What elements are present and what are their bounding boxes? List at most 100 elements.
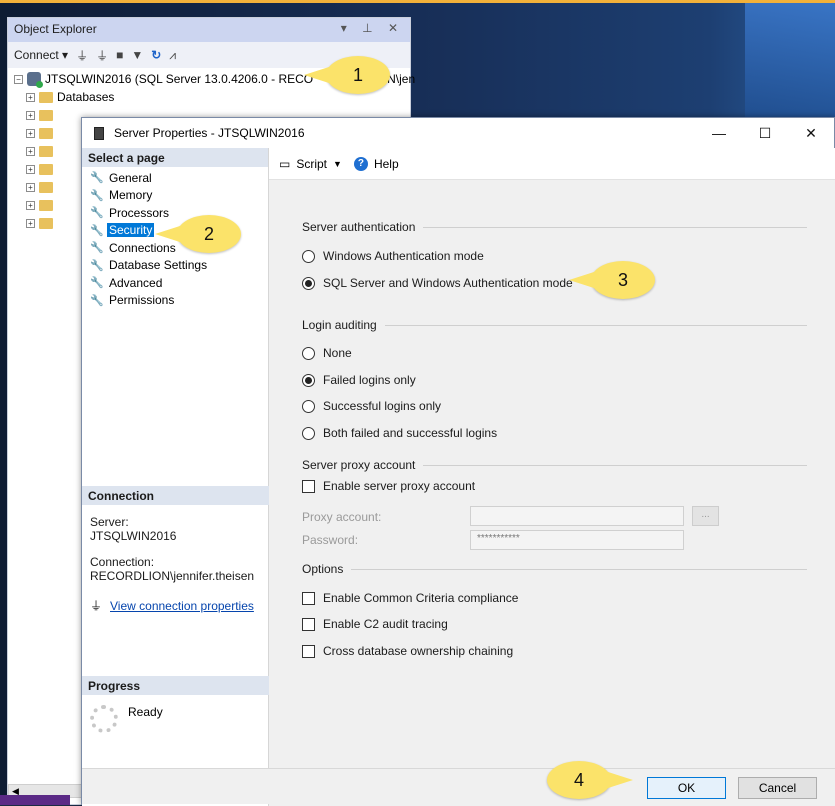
windows-auth-label: Windows Authentication mode [323,249,484,263]
proxy-account-label: Proxy account: [302,510,382,524]
proxy-account-title: Server proxy account [302,458,416,472]
expand-icon[interactable]: + [26,92,35,102]
audit-both-option[interactable]: Both failed and successful logins [302,426,497,440]
audit-successful-label: Successful logins only [323,399,442,413]
audit-none-radio[interactable] [302,346,315,360]
page-item-label: General [109,170,152,185]
app-icon [94,126,104,140]
dialog-titlebar: Server Properties - JTSQLWIN2016 — ☐ ✕ [82,118,834,148]
desktop-glow [745,0,835,130]
help-icon[interactable]: ? [353,156,368,171]
wrench-icon: 🔧 [90,189,104,202]
folder-icon [39,217,53,229]
expand-icon[interactable]: + [26,146,35,156]
password-field[interactable]: *********** [470,530,684,550]
expand-icon[interactable]: + [26,128,35,138]
wrench-icon: 🔧 [90,207,104,220]
mixed-auth-option[interactable]: SQL Server and Windows Authentication mo… [302,276,573,290]
script-button[interactable]: Script [296,157,327,171]
proxy-account-header: Server proxy account [302,458,807,472]
common-criteria-checkbox[interactable] [302,591,315,605]
connect-button[interactable]: Connect ▾ [14,48,68,62]
disconnect-plug-icon[interactable]: ⏚ [96,47,108,64]
windows-auth-option[interactable]: Windows Authentication mode [302,249,484,263]
common-criteria-option[interactable]: Enable Common Criteria compliance [302,591,518,605]
server-value: JTSQLWIN2016 [90,529,177,543]
audit-failed-option[interactable]: Failed logins only [302,373,416,387]
cross-db-label: Cross database ownership chaining [323,644,514,658]
enable-proxy-label: Enable server proxy account [323,479,476,493]
cross-db-checkbox[interactable] [302,644,315,658]
collapse-icon[interactable]: − [14,74,23,84]
windows-auth-radio[interactable] [302,249,315,263]
page-item-label: Security [107,223,155,238]
minimize-button[interactable]: — [696,118,742,148]
activity-monitor-icon[interactable]: ⩘ [169,48,176,63]
page-item-processors[interactable]: 🔧 Processors [90,204,268,222]
help-button[interactable]: Help [374,157,399,171]
folder-icon [39,109,53,121]
expand-icon[interactable]: + [26,218,35,228]
page-item-general[interactable]: 🔧 General [90,169,268,187]
audit-successful-option[interactable]: Successful logins only [302,399,441,413]
dialog-footer: OK Cancel [82,768,835,804]
view-connection-properties[interactable]: ⏚ View connection properties [90,599,261,613]
expand-icon[interactable]: + [26,110,35,120]
proxy-browse-button[interactable]: ... [692,506,719,526]
wrench-icon: 🔧 [90,259,104,272]
object-explorer-titlebar: Object Explorer ▾ ⊥ ✕ [8,18,410,42]
connect-plug-icon[interactable]: ⏚ [76,47,88,64]
connection-label: Connection: [90,555,155,569]
folder-icon [39,181,53,193]
audit-none-option[interactable]: None [302,346,352,360]
folder-icon [39,91,53,103]
wrench-icon: 🔧 [90,242,104,255]
audit-both-label: Both failed and successful logins [323,426,498,440]
mixed-auth-radio[interactable] [302,276,315,290]
wrench-icon: 🔧 [90,277,104,290]
page-item-advanced[interactable]: 🔧 Advanced [90,274,268,292]
c2-audit-option[interactable]: Enable C2 audit tracing [302,617,448,631]
expand-icon[interactable]: + [26,182,35,192]
server-node-label-tail: N\jen [387,72,416,86]
page-item-database-settings[interactable]: 🔧 Database Settings [90,257,268,275]
connection-plug-icon: ⏚ [90,599,103,613]
page-item-label: Processors [109,205,170,220]
progress-section: Progress Ready [82,676,269,743]
filter-icon[interactable]: ▼ [131,48,143,62]
folder-icon [39,127,53,139]
page-item-memory[interactable]: 🔧 Memory [90,187,268,205]
login-auditing-title: Login auditing [302,318,377,332]
script-icon[interactable]: ▭ [279,157,290,171]
cross-db-option[interactable]: Cross database ownership chaining [302,644,513,658]
callout-1: 1 [304,56,390,94]
proxy-account-field[interactable] [470,506,684,526]
callout-4: 4 [547,761,633,799]
audit-failed-radio[interactable] [302,373,315,387]
stop-icon[interactable]: ■ [116,48,123,62]
maximize-button[interactable]: ☐ [742,118,788,148]
ok-button[interactable]: OK [647,777,726,799]
progress-spinner-icon [90,705,118,733]
server-node-label: JTSQLWIN2016 (SQL Server 13.0.4206.0 - R… [45,72,314,86]
security-page: ▭ Script ▼ ? Help Server authentication … [269,148,835,806]
c2-audit-checkbox[interactable] [302,617,315,631]
expand-icon[interactable]: + [26,164,35,174]
enable-proxy-checkbox[interactable] [302,479,315,493]
audit-both-radio[interactable] [302,426,315,440]
panel-controls[interactable]: ▾ ⊥ ✕ [341,21,404,35]
page-selector-pane: Select a page 🔧 General 🔧 Memory 🔧 Processo… [82,148,269,806]
enable-proxy-option[interactable]: Enable server proxy account [302,479,475,493]
audit-successful-radio[interactable] [302,399,315,413]
dialog-title: Server Properties - JTSQLWIN2016 [114,126,305,140]
expand-icon[interactable]: + [26,200,35,210]
chevron-down-icon[interactable]: ▼ [333,159,342,169]
refresh-icon[interactable]: ↻ [151,48,161,62]
folder-icon [39,199,53,211]
cancel-button[interactable]: Cancel [738,777,817,799]
view-connection-properties-link[interactable]: View connection properties [110,599,254,613]
common-criteria-label: Enable Common Criteria compliance [323,591,519,605]
password-label: Password: [302,533,359,547]
close-button[interactable]: ✕ [788,118,834,148]
page-item-permissions[interactable]: 🔧 Permissions [90,292,268,310]
